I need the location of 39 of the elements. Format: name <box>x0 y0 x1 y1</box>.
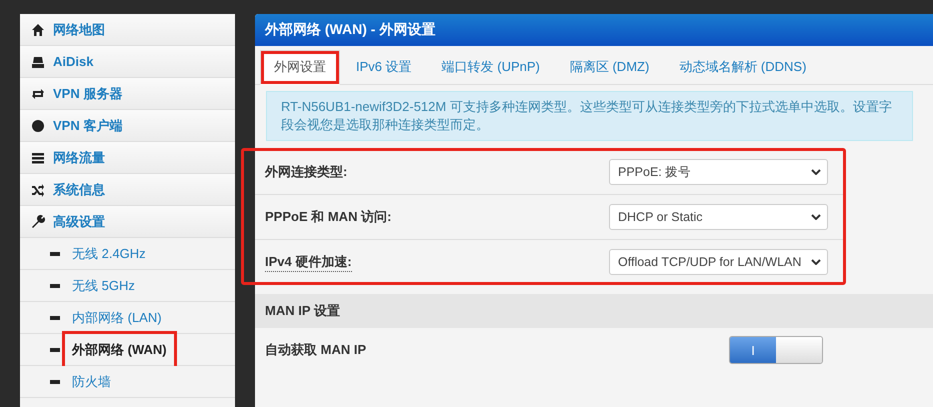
caret-icon <box>811 259 821 265</box>
tab[interactable]: 隔离区 (DMZ) <box>556 50 664 85</box>
tab[interactable]: 端口转发 (UPnP) <box>428 50 554 85</box>
section-header: MAN IP 设置 <box>255 294 933 328</box>
dash-icon <box>50 284 60 288</box>
dash-icon <box>50 348 60 352</box>
arrows-icon <box>31 86 45 100</box>
list-icon <box>31 150 45 164</box>
tab[interactable]: IPv6 设置 <box>342 50 426 85</box>
sidebar-item[interactable]: 网络流量 <box>20 142 235 174</box>
info-message: RT-N56UB1-newif3D2-512M 可支持多种连网类型。这些类型可从连接类型旁的下拉式选单中选取。设置字段会视您是选取那种连接类型而定。 <box>266 91 913 141</box>
sidebar-item[interactable]: 防火墙 <box>20 366 235 398</box>
wrench-icon <box>31 214 45 228</box>
field-label: IPv4 硬件加速: <box>265 252 352 272</box>
dash-icon <box>50 380 60 384</box>
dropdown[interactable]: Offload TCP/UDP for LAN/WLAN <box>609 249 828 275</box>
home-icon <box>31 22 45 36</box>
toggle-switch[interactable]: I <box>729 336 823 364</box>
drive-icon <box>31 54 45 68</box>
dropdown[interactable]: PPPoE: 拨号 <box>609 159 828 185</box>
sidebar-item[interactable]: 网络地图 <box>20 14 235 46</box>
sidebar-item[interactable]: VPN 服务器 <box>20 78 235 110</box>
shuffle-icon <box>31 182 45 196</box>
sidebar-item[interactable]: VPN 客户端 <box>20 110 235 142</box>
sidebar-item[interactable]: AiDisk <box>20 46 235 78</box>
sidebar-item[interactable]: 高级设置 <box>20 206 235 238</box>
dash-icon <box>50 316 60 320</box>
dropdown[interactable]: DHCP or Static <box>609 204 828 230</box>
tab[interactable]: 动态域名解析 (DDNS) <box>665 50 820 85</box>
sidebar-item[interactable]: 外部网络 (WAN) <box>20 334 235 366</box>
field-label: PPPoE 和 MAN 访问: <box>265 208 392 226</box>
field-label: 外网连接类型: <box>265 163 348 181</box>
dash-icon <box>50 252 60 256</box>
caret-icon <box>811 214 821 220</box>
field-label: 自动获取 MAN IP <box>265 341 366 359</box>
tab[interactable]: 外网设置 <box>260 50 340 85</box>
caret-icon <box>811 169 821 175</box>
sidebar-item[interactable]: 系统信息 <box>20 174 235 206</box>
panel-title: 外部网络 (WAN) - 外网设置 <box>255 14 933 46</box>
